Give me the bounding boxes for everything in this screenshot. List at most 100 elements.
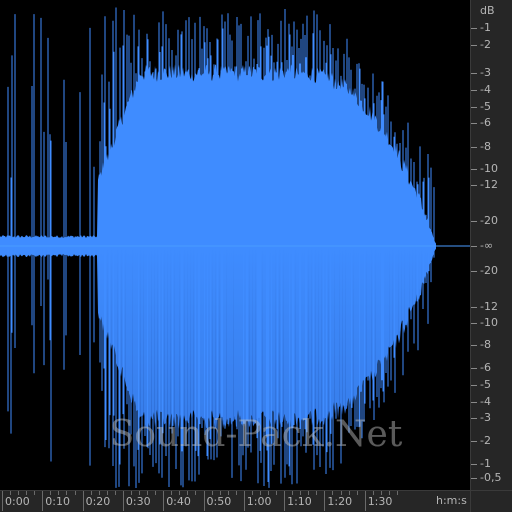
ruler-corner <box>470 490 512 512</box>
db-tick <box>471 307 477 308</box>
time-minor-tick <box>396 491 398 495</box>
db-label-top: -5 <box>480 100 491 113</box>
time-minor-tick <box>227 491 229 495</box>
db-tick <box>471 246 477 247</box>
time-minor-tick <box>74 491 76 495</box>
db-label-bottom: -2 <box>480 434 491 447</box>
time-minor-tick <box>372 491 374 495</box>
db-tick <box>471 271 477 272</box>
time-minor-tick <box>292 491 294 495</box>
waveform-graph[interactable] <box>0 0 470 490</box>
db-tick <box>471 418 477 419</box>
db-tick <box>471 90 477 91</box>
time-minor-tick <box>179 491 181 495</box>
db-tick <box>471 385 477 386</box>
time-minor-tick <box>348 491 350 495</box>
time-label: 1:20 <box>327 495 353 508</box>
time-label: 0:20 <box>85 495 111 508</box>
time-minor-tick <box>187 491 189 495</box>
db-label-top: -4 <box>480 83 491 96</box>
time-minor-tick <box>235 491 237 495</box>
db-tick <box>471 45 477 46</box>
time-minor-tick <box>50 491 52 495</box>
db-label-top: -20 <box>480 214 498 227</box>
time-minor-tick <box>380 491 382 495</box>
db-label-bottom: -8 <box>480 338 491 351</box>
time-major-tick <box>122 491 124 511</box>
db-label-bottom: -1 <box>480 457 491 470</box>
time-major-tick <box>203 491 205 511</box>
time-major-tick <box>284 491 286 511</box>
time-ruler[interactable]: 0:00 0:10 0:20 0:30 0:40 0:50 1:00 1:10 1:20 1:30 <box>0 490 470 512</box>
db-tick <box>471 345 477 346</box>
time-minor-tick <box>308 491 310 495</box>
time-minor-tick <box>114 491 116 495</box>
db-label-center: -∞ <box>480 239 494 252</box>
time-major-tick <box>42 491 44 511</box>
time-minor-tick <box>171 491 173 495</box>
time-minor-tick <box>58 491 60 495</box>
time-minor-tick <box>130 491 132 495</box>
time-major-tick <box>364 491 366 511</box>
db-tick <box>471 323 477 324</box>
db-tick <box>471 221 477 222</box>
waveform-editor[interactable]: dB -1 -2 -3 -4 -5 -6 -8 -10 -12 -20 -∞ -20 -12 -10 -8 -… <box>0 0 512 512</box>
db-ruler: dB -1 -2 -3 -4 -5 -6 -8 -10 -12 -20 -∞ -20 -12 -10 -8 -… <box>470 0 512 490</box>
db-tick <box>471 123 477 124</box>
db-tick <box>471 169 477 170</box>
db-tick <box>471 28 477 29</box>
db-label-top: -12 <box>480 178 498 191</box>
time-minor-tick <box>388 491 390 495</box>
time-label: 1:10 <box>287 495 312 508</box>
time-label: 0:50 <box>206 495 232 508</box>
db-label-top: -3 <box>480 66 491 79</box>
time-minor-tick <box>300 491 302 495</box>
time-minor-tick <box>332 491 334 495</box>
time-label: 0:10 <box>45 495 70 508</box>
time-minor-tick <box>98 491 100 495</box>
time-minor-tick <box>139 491 141 495</box>
time-major-tick <box>243 491 245 511</box>
time-minor-tick <box>10 491 12 495</box>
db-label-bottom: -10 <box>480 316 498 329</box>
db-tick <box>471 73 477 74</box>
time-minor-tick <box>147 491 149 495</box>
time-minor-tick <box>340 491 342 495</box>
db-label-bottom: -0,5 <box>480 471 502 484</box>
db-unit-label: dB <box>480 4 495 17</box>
db-tick <box>471 478 477 479</box>
time-minor-tick <box>195 491 197 495</box>
time-minor-tick <box>219 491 221 495</box>
time-unit-label: h:m:s <box>436 494 467 507</box>
time-label: 0:40 <box>166 495 191 508</box>
time-minor-tick <box>356 491 358 495</box>
db-label-bottom: -5 <box>480 378 491 391</box>
time-major-tick <box>324 491 326 511</box>
db-tick <box>471 185 477 186</box>
waveform-display[interactable] <box>0 0 470 490</box>
time-minor-tick <box>18 491 20 495</box>
time-minor-tick <box>155 491 157 495</box>
time-minor-tick <box>34 491 36 495</box>
time-label: 1:30 <box>367 495 393 508</box>
db-tick <box>471 107 477 108</box>
time-major-tick <box>82 491 84 511</box>
db-label-bottom: -4 <box>480 395 491 408</box>
db-label-bottom: -20 <box>480 264 498 277</box>
db-tick <box>471 464 477 465</box>
time-label: 0:30 <box>125 495 151 508</box>
time-major-tick <box>163 491 165 511</box>
time-minor-tick <box>251 491 253 495</box>
db-label-top: -8 <box>480 140 491 153</box>
db-tick <box>471 368 477 369</box>
db-label-top: -6 <box>480 116 491 129</box>
db-label-bottom: -6 <box>480 361 491 374</box>
time-minor-tick <box>316 491 318 495</box>
db-tick <box>471 147 477 148</box>
time-minor-tick <box>267 491 269 495</box>
db-label-top: -10 <box>480 162 498 175</box>
time-label: 1:00 <box>246 495 272 508</box>
db-tick <box>471 441 477 442</box>
time-minor-tick <box>259 491 261 495</box>
db-label-bottom: -3 <box>480 411 491 424</box>
